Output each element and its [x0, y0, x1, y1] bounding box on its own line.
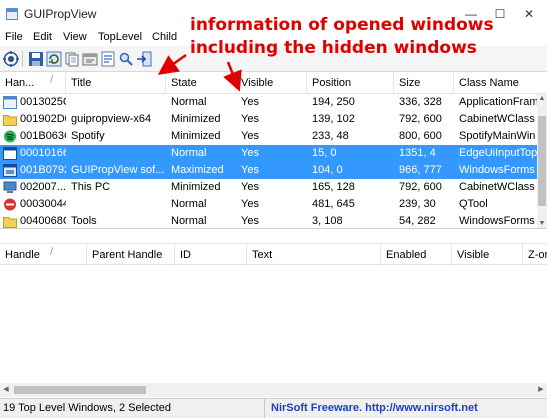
annotation-arrow-left — [157, 53, 187, 75]
annotation-arrow-down — [223, 61, 242, 92]
annotation-arrows — [157, 53, 242, 92]
